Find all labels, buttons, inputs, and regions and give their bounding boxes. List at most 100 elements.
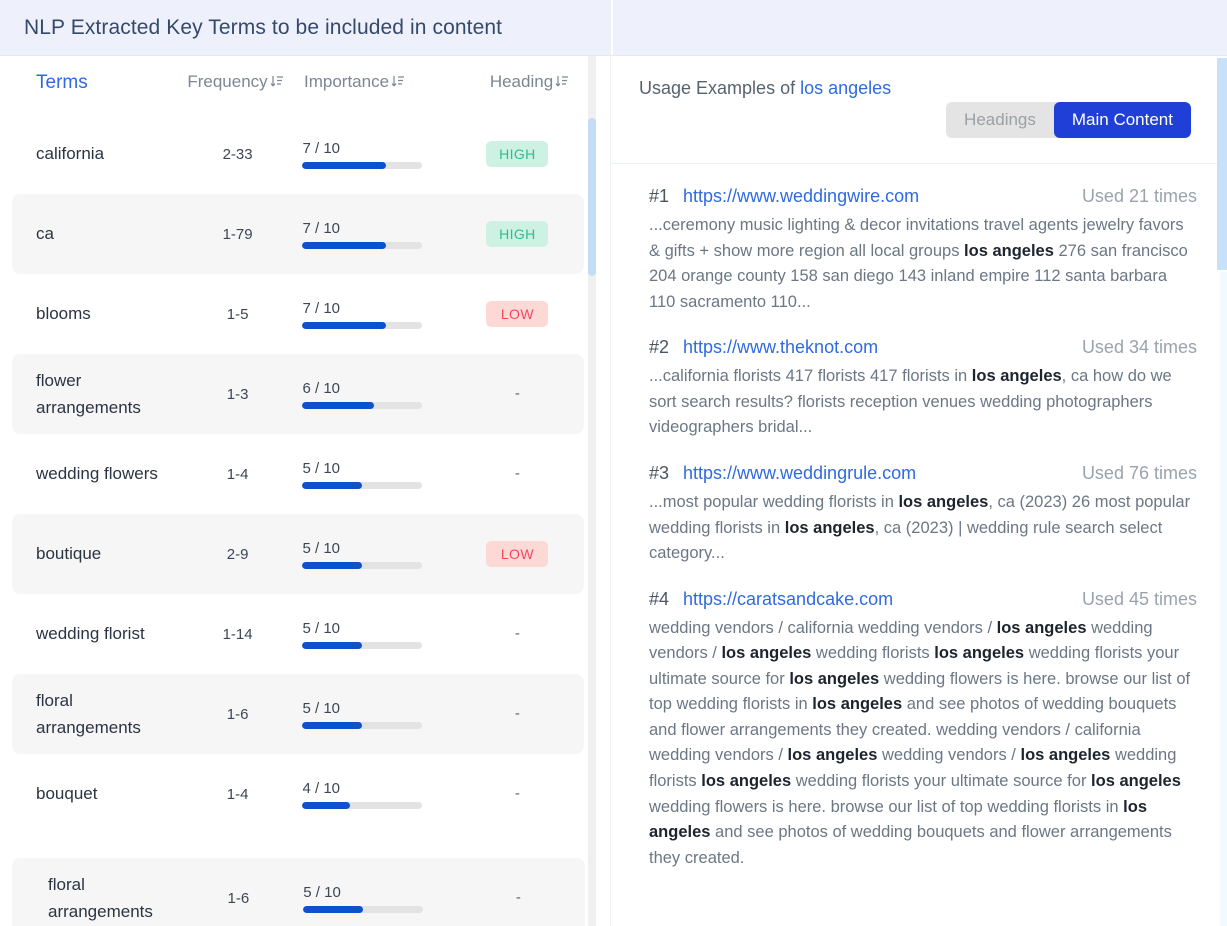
importance-bar-track xyxy=(302,641,423,649)
list-item: #1 https://www.weddingwire.com Used 21 tim… xyxy=(639,164,1197,315)
highlighted-keyword: los angeles xyxy=(1020,746,1111,765)
sort-descending-icon[interactable] xyxy=(555,74,570,94)
usage-source-link[interactable]: https://www.weddingrule.com xyxy=(683,463,1082,484)
term-heading-cell: - xyxy=(451,465,584,483)
term-name[interactable]: wedding florist xyxy=(12,620,177,647)
importance-bar-track xyxy=(302,561,423,569)
table-row[interactable]: floral arrangements 1-6 5 / 10 - xyxy=(12,674,584,754)
usage-count: Used 21 times xyxy=(1081,186,1197,206)
highlighted-keyword: los angeles xyxy=(787,746,878,765)
importance-score: 6 / 10 xyxy=(302,379,341,397)
table-row[interactable]: wedding flowers 1-4 5 / 10 - xyxy=(12,434,584,514)
highlighted-keyword: los angeles xyxy=(721,644,812,663)
term-heading-cell: - xyxy=(451,385,584,403)
term-name[interactable]: floral arrangements xyxy=(12,687,177,741)
term-heading-cell: - xyxy=(451,625,584,643)
importance-score: 7 / 10 xyxy=(302,139,341,157)
snippet-text: and see photos of wedding bouquets and f… xyxy=(649,823,1172,867)
term-name[interactable]: wedding flowers xyxy=(12,460,177,487)
usage-item-header: #1 https://www.weddingwire.com Used 21 tim… xyxy=(639,186,1197,207)
term-name[interactable]: ca xyxy=(12,220,177,247)
highlighted-keyword: los angeles xyxy=(934,644,1025,663)
column-header-frequency-label: Frequency xyxy=(187,72,268,91)
term-frequency: 1-6 xyxy=(227,889,250,907)
table-row[interactable]: wedding florist 1-14 5 / 10 - xyxy=(12,594,584,674)
snippet-text: ...most popular wedding florists in xyxy=(649,492,899,511)
term-importance: 5 / 10 xyxy=(299,884,451,913)
term-heading-cell: - xyxy=(451,705,584,723)
usage-examples-panel: Usage Examples of los angeles Headings M… xyxy=(611,56,1227,926)
dragged-table-row[interactable]: floral arrangements 1-6 5 / 10 - xyxy=(12,858,585,926)
usage-item-header: #4 https://caratsandcake.com Used 45 times xyxy=(639,589,1197,610)
table-row[interactable]: bouquet 1-4 4 / 10 - xyxy=(12,754,584,834)
importance-score: 5 / 10 xyxy=(302,459,341,477)
term-frequency: 1-4 xyxy=(226,465,249,483)
importance-bar-fill xyxy=(302,401,375,409)
importance-bar-track xyxy=(302,721,423,729)
table-row[interactable]: blooms 1-5 7 / 10 LOW xyxy=(12,274,584,354)
usage-rank: #4 xyxy=(649,588,670,609)
importance-score: 7 / 10 xyxy=(302,299,341,317)
usage-scrollbar-track[interactable] xyxy=(1220,272,1227,926)
terms-scrollbar[interactable] xyxy=(588,56,596,926)
list-item: #2 https://www.theknot.com Used 34 times..… xyxy=(639,315,1197,441)
terms-scrollbar-thumb[interactable] xyxy=(588,118,596,276)
term-heading-cell: - xyxy=(452,889,585,907)
usage-scrollbar[interactable] xyxy=(1217,56,1227,926)
importance-score: 5 / 10 xyxy=(302,539,341,557)
usage-title-prefix: Usage Examples of xyxy=(639,78,796,98)
usage-snippet: ...most popular wedding florists in los … xyxy=(639,490,1197,567)
snippet-text: wedding vendors / xyxy=(877,746,1021,765)
highlighted-keyword: los angeles xyxy=(996,618,1087,637)
term-name[interactable]: floral arrangements xyxy=(12,871,177,925)
highlighted-keyword: los angeles xyxy=(789,669,880,688)
snippet-text: wedding florists xyxy=(811,644,935,663)
usage-examples-header: Usage Examples of los angeles Headings M… xyxy=(611,56,1227,164)
heading-empty: - xyxy=(514,465,520,482)
term-name[interactable]: blooms xyxy=(12,300,177,327)
term-frequency: 1-79 xyxy=(222,225,253,243)
usage-rank: #1 xyxy=(649,186,670,206)
term-frequency: 1-4 xyxy=(226,785,249,803)
usage-snippet: ...california florists 417 florists 417 … xyxy=(639,364,1197,441)
term-heading-cell: HIGH xyxy=(451,141,584,167)
term-name[interactable]: flower arrangements xyxy=(12,367,177,421)
term-importance: 5 / 10 xyxy=(298,620,450,649)
importance-bar-fill xyxy=(303,905,364,913)
heading-empty: - xyxy=(514,385,520,402)
sort-descending-icon[interactable] xyxy=(270,74,285,94)
column-header-frequency[interactable]: Frequency xyxy=(172,72,300,94)
table-row[interactable]: california 2-33 7 / 10 HIGH xyxy=(12,114,584,194)
usage-source-link[interactable]: https://www.theknot.com xyxy=(683,337,1082,358)
table-row[interactable]: boutique 2-9 5 / 10 LOW xyxy=(12,514,584,594)
term-name[interactable]: bouquet xyxy=(12,780,177,807)
term-name[interactable]: boutique xyxy=(12,540,177,567)
term-frequency: 1-3 xyxy=(226,385,249,403)
nlp-key-terms-panel: NLP Extracted Key Terms to be included i… xyxy=(0,0,1227,926)
usage-count: Used 34 times xyxy=(1081,337,1197,358)
usage-source-link[interactable]: https://www.weddingwire.com xyxy=(683,186,1082,207)
sort-descending-icon[interactable] xyxy=(391,74,406,94)
term-heading-cell: HIGH xyxy=(451,221,584,247)
table-row[interactable]: flower arrangements 1-3 6 / 10 - xyxy=(12,354,584,434)
toggle-main-content-button[interactable]: Main Content xyxy=(1053,102,1191,138)
usage-source-toggle[interactable]: Headings Main Content xyxy=(946,102,1191,138)
panel-header: NLP Extracted Key Terms to be included i… xyxy=(0,0,1227,56)
highlighted-keyword: los angeles xyxy=(701,772,792,790)
column-header-heading[interactable]: Heading xyxy=(460,72,600,94)
usage-title-keyword[interactable]: los angeles xyxy=(800,78,891,98)
importance-bar-fill xyxy=(302,561,363,569)
usage-source-link[interactable]: https://caratsandcake.com xyxy=(683,589,1082,610)
importance-bar-fill xyxy=(302,721,363,729)
table-row[interactable]: ca 1-79 7 / 10 HIGH xyxy=(12,194,584,274)
term-frequency: 2-9 xyxy=(226,545,249,563)
highlighted-keyword: los angeles xyxy=(898,492,989,511)
column-header-importance[interactable]: Importance xyxy=(300,72,460,94)
term-name[interactable]: california xyxy=(12,140,177,167)
column-header-terms[interactable]: Terms xyxy=(0,72,172,94)
usage-scrollbar-thumb[interactable] xyxy=(1217,58,1227,270)
toggle-headings-button[interactable]: Headings xyxy=(946,102,1054,138)
highlighted-keyword: los angeles xyxy=(1091,772,1181,790)
importance-score: 5 / 10 xyxy=(303,883,341,901)
term-frequency: 1-6 xyxy=(226,705,249,723)
